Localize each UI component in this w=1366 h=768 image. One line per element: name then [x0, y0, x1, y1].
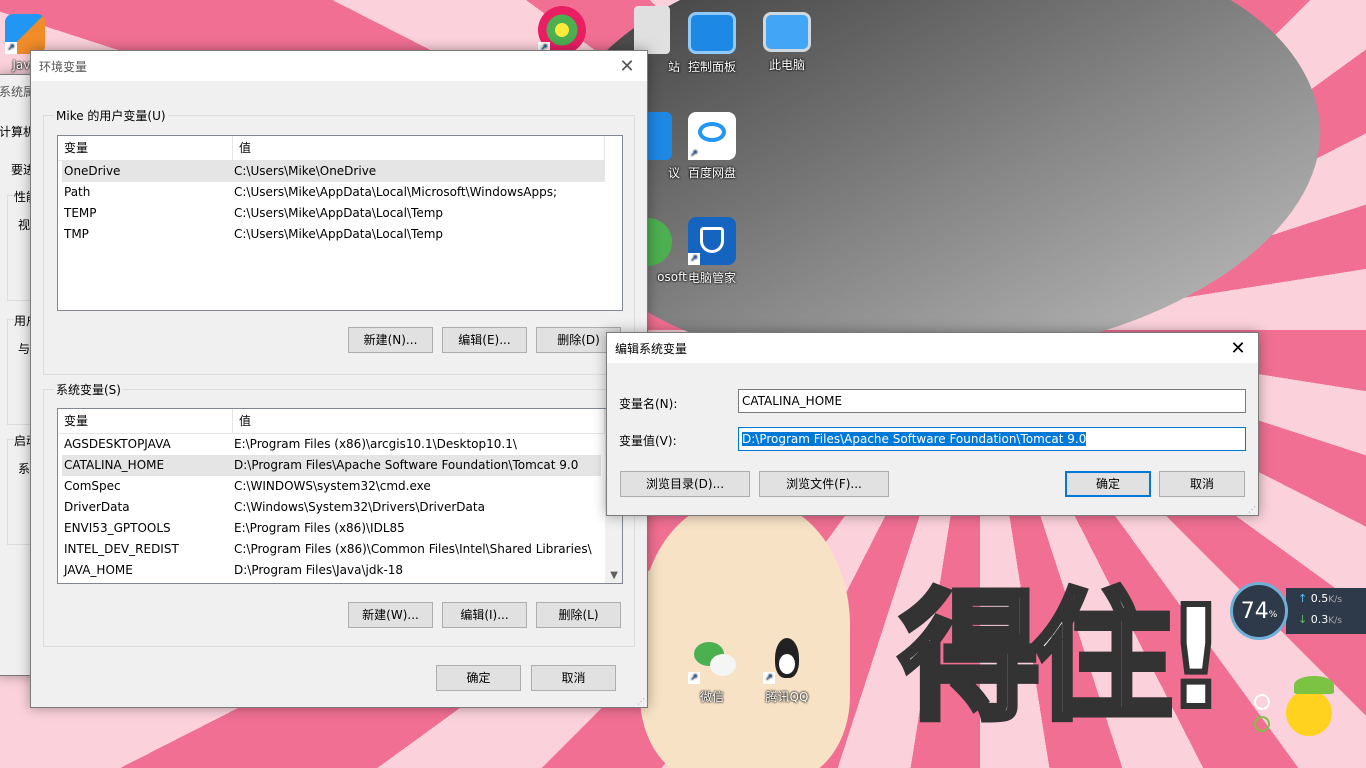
list-item[interactable]: OneDrive C:\Users\Mike\OneDrive: [62, 161, 605, 182]
browse-directory-button[interactable]: 浏览目录(D)...: [620, 471, 750, 497]
list-item[interactable]: DriverData C:\Windows\System32\Drivers\Dr…: [62, 497, 601, 518]
download-rate: 0.3: [1310, 613, 1329, 626]
control-panel-icon: [688, 12, 736, 54]
wechat-icon: ↗: [688, 636, 736, 684]
user-variables-label: Mike 的用户变量(U): [54, 107, 168, 124]
list-item[interactable]: INTEL_DEV_REDIST C:\Program Files (x86)\C…: [62, 539, 601, 560]
mascot-icon[interactable]: [1286, 676, 1334, 736]
microsoft-app-icon: [648, 218, 672, 266]
meeting-app-icon: [648, 112, 672, 160]
ok-button[interactable]: 确定: [1065, 471, 1151, 497]
chevron-down-icon[interactable]: ▼: [610, 570, 618, 581]
list-item[interactable]: AGSDESKTOPJAVA E:\Program Files (x86)\arc…: [62, 434, 601, 455]
wallpaper-text: 得住!: [897, 574, 1231, 743]
download-arrow-icon: ↓: [1298, 613, 1308, 626]
dialog-title: 编辑系统变量: [615, 341, 688, 356]
computer-icon: [763, 12, 811, 52]
column-header-name[interactable]: 变量: [58, 136, 233, 160]
shield-icon: ↗: [688, 217, 736, 265]
system-new-button[interactable]: 新建(W)...: [348, 602, 433, 628]
cancel-button[interactable]: 取消: [1159, 471, 1245, 497]
user-edit-button[interactable]: 编辑(E)...: [442, 327, 527, 353]
title-bar[interactable]: 环境变量 ✕: [31, 51, 647, 81]
list-item[interactable]: JAVA_HOME D:\Program Files\Java\jdk-18: [62, 560, 601, 581]
desktop-icon-label: 电脑管家: [687, 271, 736, 285]
list-item[interactable]: TMP C:\Users\Mike\AppData\Local\Temp: [62, 224, 618, 245]
recycle-bin-icon: [634, 6, 670, 54]
desktop-icon-label: 腾讯QQ: [765, 690, 809, 704]
column-header-value[interactable]: 值: [233, 136, 605, 160]
variable-value-input[interactable]: D:\Program Files\Apache Software Foundat…: [738, 427, 1246, 451]
user-variables-list[interactable]: 变量 值 OneDrive C:\Users\Mike\OneDrive Path…: [57, 135, 623, 311]
list-header: 变量 值: [58, 409, 605, 434]
desktop-icon-control-panel[interactable]: 控制面板: [672, 12, 752, 75]
network-speed-widget[interactable]: ↑ 0.5K/s ↓ 0.3K/s 74%: [1230, 582, 1366, 640]
ok-button[interactable]: 确定: [436, 665, 521, 691]
close-icon[interactable]: ✕: [1218, 333, 1258, 363]
list-item[interactable]: Path C:\Users\Mike\AppData\Local\Microsof…: [62, 182, 618, 203]
desktop-icon-label: 此电脑: [768, 58, 805, 72]
desktop-icon-label: 控制面板: [687, 60, 736, 74]
close-icon[interactable]: ✕: [607, 51, 647, 81]
variable-name-label: 变量名(N):: [619, 397, 678, 411]
cloud-icon: [698, 122, 726, 142]
environment-variables-window[interactable]: 环境变量 ✕ Mike 的用户变量(U) 变量 值 OneDrive C:\Use…: [30, 50, 648, 708]
memory-usage-gauge[interactable]: 74%: [1230, 582, 1288, 640]
wallpaper-character: [640, 500, 850, 768]
clover-app-icon: ↗: [538, 6, 586, 54]
selected-text: D:\Program Files\Apache Software Foundat…: [742, 432, 1087, 446]
cancel-button[interactable]: 取消: [531, 665, 616, 691]
desktop-icon-qq[interactable]: ↗ 腾讯QQ: [747, 636, 827, 705]
user-new-button[interactable]: 新建(N)...: [348, 327, 433, 353]
java-app-icon: ↗: [5, 14, 45, 54]
resize-grip-icon[interactable]: ⋰: [637, 697, 645, 706]
desktop-icon-pc-manager[interactable]: ↗ 电脑管家: [672, 217, 752, 286]
system-variables-list[interactable]: 变量 值 AGSDESKTOPJAVA E:\Program Files (x86…: [57, 408, 623, 584]
network-rates: ↑ 0.5K/s ↓ 0.3K/s: [1286, 588, 1366, 634]
list-header: 变量 值: [58, 136, 605, 161]
title-bar[interactable]: 编辑系统变量 ✕: [607, 333, 1258, 363]
desktop-icon-label: 百度网盘: [687, 166, 736, 180]
edit-system-variable-dialog[interactable]: 编辑系统变量 ✕ 变量名(N): CATALINA_HOME 变量值(V): D…: [606, 332, 1259, 516]
resize-grip-icon[interactable]: ⋰: [1248, 505, 1256, 514]
list-item[interactable]: TEMP C:\Users\Mike\AppData\Local\Temp: [62, 203, 618, 224]
desktop-icon-wechat[interactable]: ↗ 微信: [672, 636, 752, 705]
desktop-icon-this-pc[interactable]: 此电脑: [747, 12, 827, 73]
baidu-netdisk-icon: ↗: [688, 112, 736, 160]
column-header-name[interactable]: 变量: [58, 409, 233, 433]
window-title: 环境变量: [39, 59, 88, 74]
list-item-selected[interactable]: CATALINA_HOME D:\Program Files\Apache Sof…: [62, 455, 601, 476]
usage-percent: 74: [1240, 598, 1269, 624]
desktop-icon-label: 微信: [699, 690, 724, 704]
desktop-icon-baidu-netdisk[interactable]: ↗ 百度网盘: [672, 112, 752, 181]
upload-arrow-icon: ↑: [1298, 592, 1308, 605]
upload-rate: 0.5: [1310, 592, 1329, 605]
variable-name-input[interactable]: CATALINA_HOME: [738, 389, 1246, 413]
column-header-value[interactable]: 值: [233, 409, 605, 433]
tray-circle-icon[interactable]: [1254, 694, 1270, 710]
system-edit-button[interactable]: 编辑(I)...: [442, 602, 527, 628]
tray-circle-icon[interactable]: [1254, 716, 1270, 732]
qq-penguin-icon: ↗: [763, 636, 811, 684]
system-delete-button[interactable]: 删除(L): [536, 602, 621, 628]
variable-value-label: 变量值(V):: [619, 434, 677, 448]
browse-file-button[interactable]: 浏览文件(F)...: [759, 471, 889, 497]
list-item[interactable]: ComSpec C:\WINDOWS\system32\cmd.exe: [62, 476, 601, 497]
system-variables-label: 系统变量(S): [54, 381, 123, 398]
list-item[interactable]: ENVI53_GPTOOLS E:\Program Files (x86)\IDL…: [62, 518, 601, 539]
